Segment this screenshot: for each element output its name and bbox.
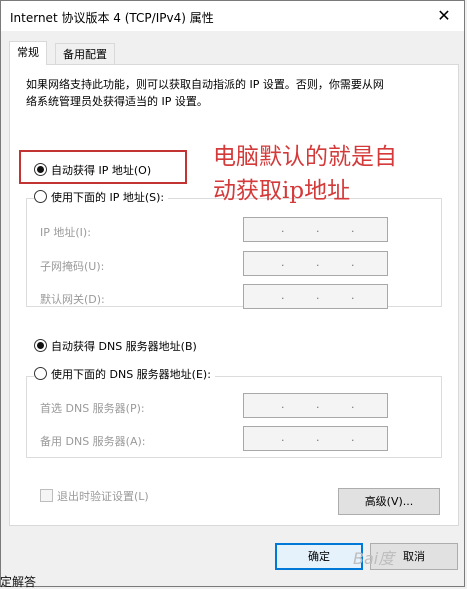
description-line: 络系统管理员处获得适当的 IP 设置。 [26,95,208,108]
validate-on-exit-option[interactable]: 退出时验证设置(L) [40,488,149,506]
preferred-dns-input: ... [243,393,388,418]
manual-dns-option[interactable]: 使用下面的 DNS 服务器地址(E): [34,366,215,384]
ip-dot: . [316,431,320,444]
subnet-mask-input: ... [243,251,388,276]
ip-dot: . [281,256,285,269]
radio-checked-icon[interactable] [34,339,47,352]
manual-dns-label: 使用下面的 DNS 服务器地址(E): [51,368,211,381]
ip-dot: . [316,398,320,411]
ip-dot: . [281,222,285,235]
ip-address-input: ... [243,217,388,242]
auto-dns-option[interactable]: 自动获得 DNS 服务器地址(B) [34,338,197,356]
annotation-text: 电脑默认的就是自 动获取ip地址 [213,140,397,208]
advanced-button[interactable]: 高级(V)... [338,488,440,515]
radio-unchecked-icon[interactable] [34,190,47,203]
subnet-mask-label: 子网掩码(U): [40,260,105,273]
description-line: 如果网络支持此功能，则可以获取自动指派的 IP 设置。否则，你需要从网 [26,78,384,91]
description-text: 如果网络支持此功能，则可以获取自动指派的 IP 设置。否则，你需要从网 络系统管… [26,76,446,110]
general-panel: 如果网络支持此功能，则可以获取自动指派的 IP 设置。否则，你需要从网 络系统管… [9,64,459,526]
manual-ip-label: 使用下面的 IP 地址(S): [51,191,165,204]
ip-dot: . [281,289,285,302]
close-icon[interactable]: ✕ [432,4,456,28]
ip-dot: . [351,398,355,411]
preferred-dns-label: 首选 DNS 服务器(P): [40,402,145,415]
alternate-dns-input: ... [243,426,388,451]
default-gateway-label: 默认网关(D): [40,293,105,306]
validate-on-exit-label: 退出时验证设置(L) [57,490,149,503]
page-cutoff-text: 定解答 [0,575,37,589]
ip-dot: . [316,256,320,269]
tab-general[interactable]: 常规 [9,41,47,65]
window-title: Internet 协议版本 4 (TCP/IPv4) 属性 [10,11,214,25]
manual-ip-option[interactable]: 使用下面的 IP 地址(S): [34,189,169,207]
annotation-highlight-box [19,150,187,184]
ip-dot: . [351,256,355,269]
ip-dot: . [281,431,285,444]
ip-dot: . [281,398,285,411]
radio-unchecked-icon[interactable] [34,367,47,380]
annotation-line: 动获取ip地址 [213,178,351,204]
default-gateway-input: ... [243,284,388,309]
checkbox-icon[interactable] [40,489,53,502]
ip-dot: . [351,289,355,302]
auto-dns-label: 自动获得 DNS 服务器地址(B) [51,340,197,353]
watermark: Bai度 [353,549,395,568]
ip-dot: . [351,431,355,444]
ip-dot: . [316,289,320,302]
alternate-dns-label: 备用 DNS 服务器(A): [40,435,146,448]
ok-button[interactable]: 确定 [275,543,363,570]
title-bar: Internet 协议版本 4 (TCP/IPv4) 属性 ✕ [1,1,464,31]
ip-dot: . [316,222,320,235]
tab-alternate-config[interactable]: 备用配置 [55,43,115,65]
properties-dialog: Internet 协议版本 4 (TCP/IPv4) 属性 ✕ 常规 备用配置 … [0,0,465,587]
annotation-line: 电脑默认的就是自 [213,144,397,170]
ip-dot: . [351,222,355,235]
ip-address-label: IP 地址(I): [40,226,91,239]
